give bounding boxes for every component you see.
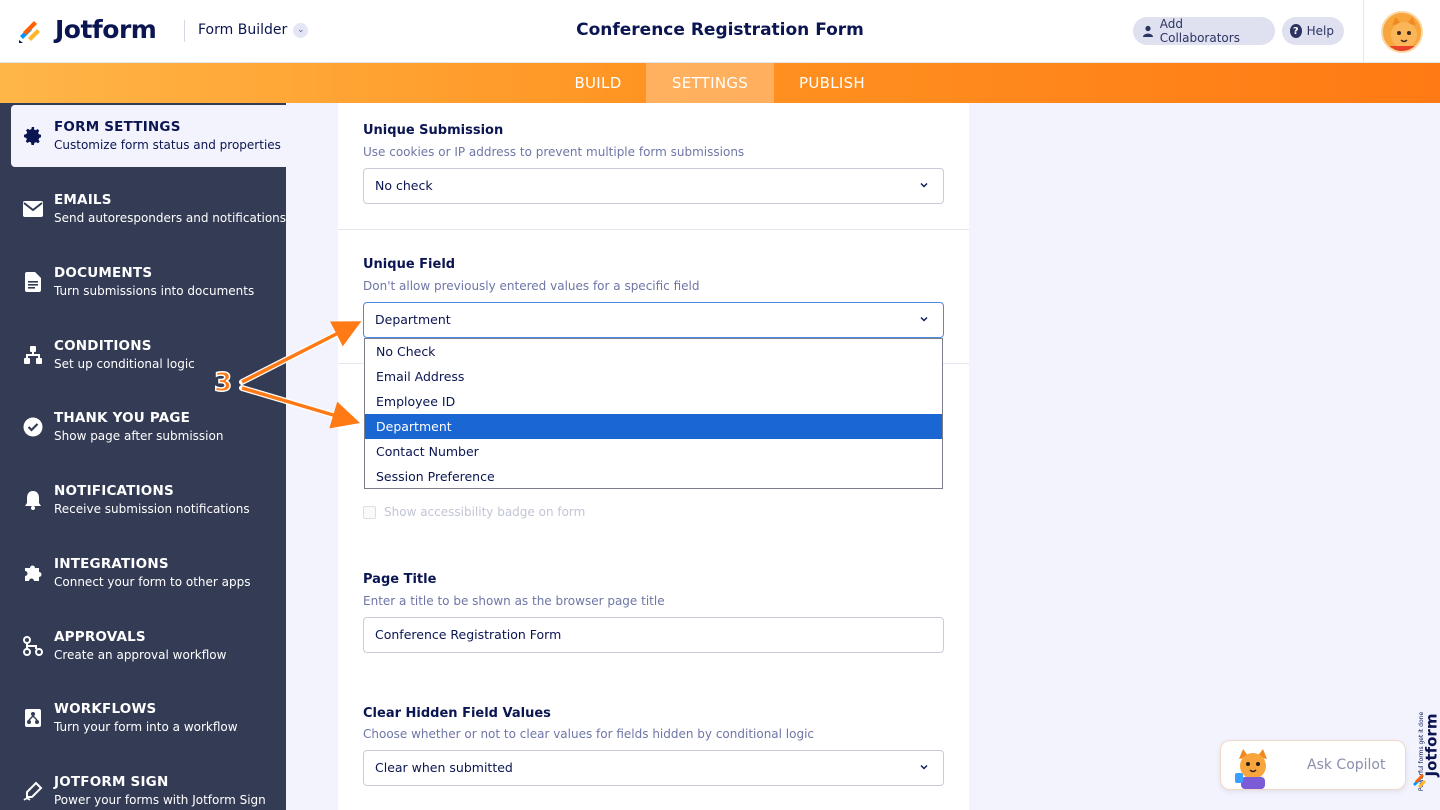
gear-icon: [22, 125, 44, 147]
page-title[interactable]: Conference Registration Form: [520, 20, 920, 40]
unique-submission-label: Unique Submission: [363, 123, 504, 138]
page-title-value: Conference Registration Form: [375, 627, 562, 642]
unique-submission-select[interactable]: No check: [363, 168, 944, 204]
unique-submission-desc: Use cookies or IP address to prevent mul…: [363, 145, 745, 159]
sidebar-item-title: WORKFLOWS: [54, 701, 157, 717]
sidebar-item-desc: Power your forms with Jotform Sign: [54, 793, 266, 807]
user-icon: [1141, 24, 1155, 38]
jotform-logo-icon: [19, 21, 40, 43]
unique-field-value: Department: [375, 312, 451, 327]
accessibility-badge-label: Show accessibility badge on form: [384, 505, 586, 519]
sidebar-item-integrations[interactable]: INTEGRATIONS Connect your form to other …: [0, 542, 286, 604]
add-collaborators-button[interactable]: Add Collaborators: [1133, 17, 1275, 45]
avatar-cat-icon: [1383, 13, 1421, 51]
header-separator: [1363, 0, 1364, 63]
question-icon: ?: [1290, 24, 1302, 38]
check-circle-icon: [22, 416, 44, 438]
jotform-logo[interactable]: Jotform: [17, 14, 157, 44]
tab-publish[interactable]: PUBLISH: [780, 63, 884, 103]
sidebar-item-title: CONDITIONS: [54, 338, 152, 354]
accessibility-badge-row[interactable]: Show accessibility badge on form: [363, 505, 585, 519]
brand-name: Jotform: [55, 14, 157, 44]
ask-copilot-button[interactable]: Ask Copilot: [1220, 740, 1406, 790]
bell-icon: [22, 489, 44, 511]
unique-field-desc: Don't allow previously entered values fo…: [363, 279, 700, 293]
dropdown-option[interactable]: Employee ID: [365, 389, 942, 414]
sidebar-item-desc: Show page after submission: [54, 429, 224, 443]
sidebar-item-title: NOTIFICATIONS: [54, 483, 174, 499]
pen-sign-icon: [22, 780, 44, 802]
chevron-down-icon: ⌄: [293, 22, 309, 38]
document-icon: [22, 271, 44, 293]
copilot-cat-icon: [1235, 749, 1267, 789]
sidebar-item-desc: Connect your form to other apps: [54, 575, 251, 589]
sidebar-item-title: FORM SETTINGS: [54, 119, 181, 135]
dropdown-option[interactable]: No Check: [365, 339, 942, 364]
unique-submission-value: No check: [375, 178, 433, 193]
dropdown-option[interactable]: Email Address: [365, 364, 942, 389]
dropdown-option[interactable]: Contact Number: [365, 439, 942, 464]
form-builder-menu[interactable]: Form Builder ⌄: [198, 22, 309, 38]
sidebar-item-documents[interactable]: DOCUMENTS Turn submissions into document…: [0, 251, 286, 313]
sidebar-item-workflows[interactable]: WORKFLOWS Turn your form into a workflow: [0, 687, 286, 749]
sidebar-item-emails[interactable]: EMAILS Send autoresponders and notificat…: [0, 178, 286, 240]
sidebar-item-title: DOCUMENTS: [54, 265, 153, 281]
unique-field-select[interactable]: Department: [363, 302, 944, 338]
sidebar-item-desc: Turn your form into a workflow: [54, 720, 238, 734]
add-collaborators-label: Add Collaborators: [1159, 17, 1240, 45]
chevron-down-icon: [920, 317, 928, 322]
sidebar-item-desc: Receive submission notifications: [54, 502, 250, 516]
sidebar-item-notifications[interactable]: NOTIFICATIONS Receive submission notific…: [0, 469, 286, 531]
help-button[interactable]: ? Help: [1282, 17, 1344, 45]
chevron-down-icon: [920, 183, 928, 188]
annotation-step-number: 3: [213, 367, 233, 399]
sidebar-item-desc: Set up conditional logic: [54, 357, 195, 371]
chevron-down-icon: [920, 765, 928, 770]
avatar[interactable]: [1381, 11, 1423, 53]
dropdown-option[interactable]: Session Preference: [365, 464, 942, 489]
page-title-input[interactable]: Conference Registration Form: [363, 617, 944, 653]
unique-field-dropdown-list[interactable]: No Check Email Address Employee ID Depar…: [364, 338, 943, 489]
sidebar-item-title: JOTFORM SIGN: [54, 774, 169, 790]
tab-build[interactable]: BUILD: [556, 63, 640, 103]
puzzle-icon: [22, 562, 44, 584]
clear-hidden-value: Clear when submitted: [375, 760, 513, 775]
sidebar-item-desc: Customize form status and properties: [54, 138, 281, 152]
page-title-label: Page Title: [363, 572, 437, 587]
approval-flow-icon: [22, 635, 44, 657]
settings-sidebar: FORM SETTINGS Customize form status and …: [0, 103, 286, 810]
section-divider: [338, 229, 969, 230]
sidebar-item-desc: Turn submissions into documents: [54, 284, 255, 298]
ask-copilot-label: Ask Copilot: [1307, 757, 1386, 773]
sidebar-item-form-settings[interactable]: FORM SETTINGS Customize form status and …: [11, 105, 286, 167]
sidebar-item-desc: Create an approval workflow: [54, 648, 227, 662]
sidebar-item-title: APPROVALS: [54, 629, 146, 645]
workflow-icon: [22, 707, 44, 729]
clear-hidden-desc: Choose whether or not to clear values fo…: [363, 727, 815, 741]
envelope-icon: [22, 198, 44, 220]
accessibility-badge-checkbox[interactable]: [363, 505, 376, 519]
sidebar-item-title: INTEGRATIONS: [54, 556, 169, 572]
sidebar-item-title: THANK YOU PAGE: [54, 410, 191, 426]
tab-settings[interactable]: SETTINGS: [646, 63, 774, 103]
form-builder-label: Form Builder: [198, 22, 288, 38]
header-divider: [184, 20, 185, 42]
sidebar-item-desc: Send autoresponders and notifications: [54, 211, 287, 225]
sidebar-item-thank-you-page[interactable]: THANK YOU PAGE Show page after submissio…: [0, 396, 286, 458]
help-label: Help: [1306, 24, 1334, 38]
top-header: Jotform Form Builder ⌄ Conference Regist…: [0, 0, 1440, 63]
sidebar-item-jotform-sign[interactable]: JOTFORM SIGN Power your forms with Jotfo…: [0, 760, 286, 810]
builder-tab-bar: BUILD SETTINGS PUBLISH: [0, 63, 1440, 103]
sidebar-item-conditions[interactable]: CONDITIONS Set up conditional logic: [0, 324, 286, 386]
clear-hidden-select[interactable]: Clear when submitted: [363, 750, 944, 786]
clear-hidden-label: Clear Hidden Field Values: [363, 706, 551, 721]
hierarchy-icon: [22, 344, 44, 366]
dropdown-option-selected[interactable]: Department: [365, 414, 942, 439]
jotform-small-logo-icon: [1413, 774, 1426, 788]
unique-field-label: Unique Field: [363, 257, 456, 272]
sidebar-item-title: EMAILS: [54, 192, 112, 208]
page-title-desc: Enter a title to be shown as the browser…: [363, 594, 665, 608]
sidebar-item-approvals[interactable]: APPROVALS Create an approval workflow: [0, 615, 286, 677]
